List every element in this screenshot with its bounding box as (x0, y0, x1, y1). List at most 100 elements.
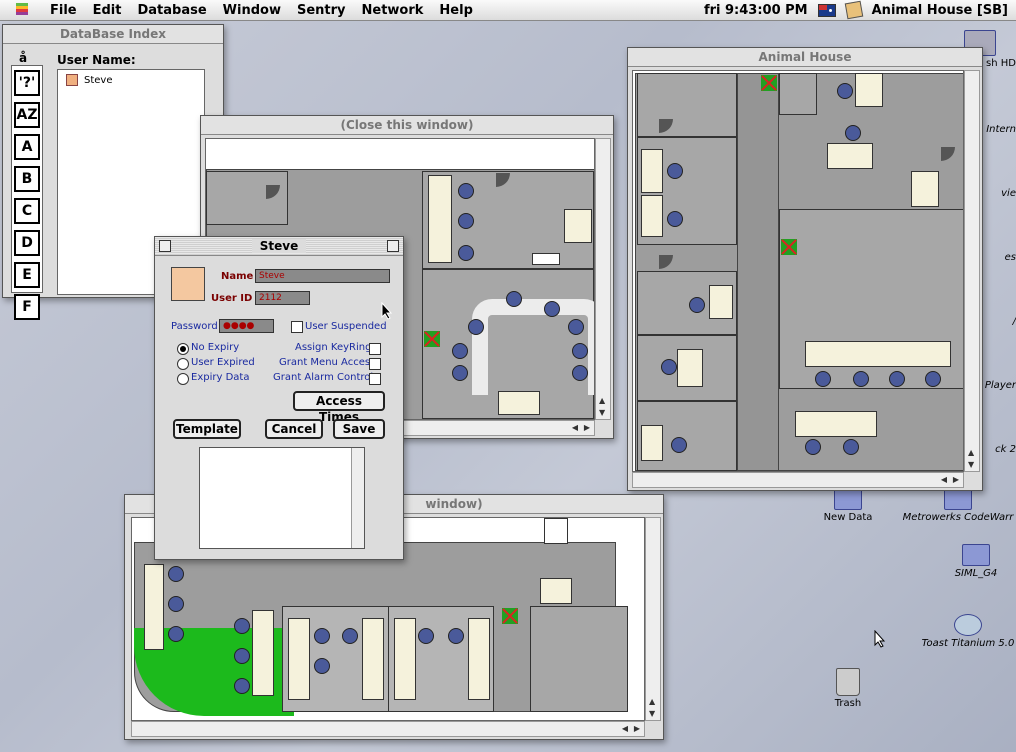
user-name: Steve (84, 74, 113, 86)
expiry-data-radio[interactable] (177, 373, 189, 385)
index-letter-button[interactable]: AZ (14, 102, 40, 128)
toast-disc-icon (954, 614, 982, 636)
chair (805, 439, 821, 455)
scroll-down-arrow-icon[interactable]: ▼ (599, 408, 605, 417)
grant-menu-access-checkbox[interactable] (369, 358, 381, 370)
menu-clock[interactable]: fri 9:43:00 PM (704, 3, 808, 18)
user-suspended-label: User Suspended (305, 321, 387, 332)
chair (544, 301, 560, 317)
floor-plan-view[interactable] (632, 70, 964, 472)
index-letter-button[interactable]: '?' (14, 70, 40, 96)
application-menu-label[interactable]: Animal House [SB] (872, 3, 1008, 18)
chair (458, 183, 474, 199)
zoom-box-icon[interactable] (386, 240, 399, 252)
chair (458, 245, 474, 261)
window-title-bar[interactable]: (Close this window) (201, 116, 613, 135)
desktop-icon-trash[interactable]: Trash (808, 668, 888, 709)
desk (428, 175, 452, 263)
chair (889, 371, 905, 387)
desktop-icon-metrowerks[interactable]: Metrowerks CodeWarr (900, 488, 1016, 523)
menu-network[interactable]: Network (354, 3, 432, 18)
window-title-bar[interactable]: DataBase Index (3, 25, 223, 44)
user-id-field[interactable]: 2112 (255, 291, 310, 305)
scroll-left-arrow-icon[interactable]: ◀ (572, 423, 578, 432)
horizontal-scrollbar[interactable]: ◀ ▶ (131, 721, 645, 737)
scroll-right-arrow-icon[interactable]: ▶ (584, 423, 590, 432)
user-suspended-checkbox[interactable] (291, 321, 303, 333)
notes-text-area[interactable] (199, 447, 365, 549)
menu-file[interactable]: File (42, 3, 85, 18)
room (637, 73, 737, 137)
menu-window[interactable]: Window (215, 3, 289, 18)
desk (144, 564, 164, 650)
vertical-scrollbar[interactable]: ▲ ▼ (595, 138, 611, 420)
index-letter-button[interactable]: E (14, 262, 40, 288)
menu-sentry[interactable]: Sentry (289, 3, 354, 18)
desktop-icon-toast[interactable]: Toast Titanium 5.0 (920, 614, 1016, 649)
window-title-bar[interactable]: Steve (155, 237, 403, 256)
grant-alarm-control-checkbox[interactable] (369, 373, 381, 385)
chair (853, 371, 869, 387)
notes-scrollbar[interactable] (351, 448, 364, 548)
scroll-right-arrow-icon[interactable]: ▶ (953, 475, 959, 484)
user-photo-avatar[interactable] (171, 267, 205, 301)
vertical-scrollbar[interactable]: ▲ ▼ (964, 70, 980, 472)
expiry-data-label: Expiry Data (191, 372, 250, 383)
scroll-up-arrow-icon[interactable]: ▲ (649, 697, 655, 706)
menu-bar: File Edit Database Window Sentry Network… (0, 0, 1016, 21)
desk (641, 195, 663, 237)
desktop-icon-siml[interactable]: SIML_G4 (936, 544, 1016, 579)
scroll-left-arrow-icon[interactable]: ◀ (622, 724, 628, 733)
desktop-icon-new-data[interactable]: New Data (808, 488, 888, 523)
scroll-left-arrow-icon[interactable]: ◀ (941, 475, 947, 484)
password-label: Password (171, 321, 218, 332)
chair (506, 291, 522, 307)
window-title-bar[interactable]: Animal House (628, 48, 982, 67)
scroll-down-arrow-icon[interactable]: ▼ (968, 460, 974, 469)
desk (252, 610, 274, 696)
menu-edit[interactable]: Edit (85, 3, 130, 18)
apple-menu-icon[interactable] (14, 3, 32, 17)
chair (845, 125, 861, 141)
vertical-scrollbar[interactable]: ▲ ▼ (645, 517, 661, 721)
cancel-button[interactable]: Cancel (265, 419, 323, 439)
desk (564, 209, 592, 243)
save-button[interactable]: Save (333, 419, 385, 439)
no-expiry-radio[interactable] (177, 343, 189, 355)
name-field[interactable]: Steve (255, 269, 390, 283)
alarm-sensor-icon[interactable] (502, 608, 518, 624)
alarm-sensor-icon[interactable] (781, 239, 797, 255)
alarm-sensor-icon[interactable] (761, 75, 777, 91)
horizontal-scrollbar[interactable]: ◀ ▶ (632, 472, 964, 488)
index-letter-button[interactable]: D (14, 230, 40, 256)
grant-alarm-control-label: Grant Alarm Control (273, 372, 374, 383)
index-letter-button[interactable]: C (14, 198, 40, 224)
assign-keyring-checkbox[interactable] (369, 343, 381, 355)
scroll-right-arrow-icon[interactable]: ▶ (634, 724, 640, 733)
column-header-sort: å (19, 51, 28, 65)
scroll-down-arrow-icon[interactable]: ▼ (649, 709, 655, 718)
close-box-icon[interactable] (159, 240, 171, 252)
access-times-button[interactable]: Access Times (293, 391, 385, 424)
window-title: Steve (251, 239, 307, 253)
user-expired-radio[interactable] (177, 358, 189, 370)
alarm-sensor-icon[interactable] (424, 331, 440, 347)
list-item[interactable]: Steve (58, 70, 204, 90)
keyboard-flag-icon[interactable] (817, 3, 836, 17)
chair (418, 628, 434, 644)
index-letter-button[interactable]: A (14, 134, 40, 160)
index-letter-button[interactable]: B (14, 166, 40, 192)
menu-help[interactable]: Help (431, 3, 480, 18)
folder-icon (834, 488, 862, 510)
animal-house-window: Animal House ▲ ▼ ◀ ▶ (627, 47, 983, 491)
scroll-up-arrow-icon[interactable]: ▲ (599, 396, 605, 405)
password-field[interactable]: ●●●● (219, 319, 274, 333)
index-letter-button[interactable]: F (14, 294, 40, 320)
window-title: (Close this window) (332, 118, 482, 132)
folder-icon (944, 488, 972, 510)
template-button[interactable]: Template (173, 419, 241, 439)
user-icon (66, 74, 78, 86)
menu-database[interactable]: Database (129, 3, 214, 18)
scroll-up-arrow-icon[interactable]: ▲ (968, 448, 974, 457)
application-icon[interactable] (844, 0, 863, 20)
